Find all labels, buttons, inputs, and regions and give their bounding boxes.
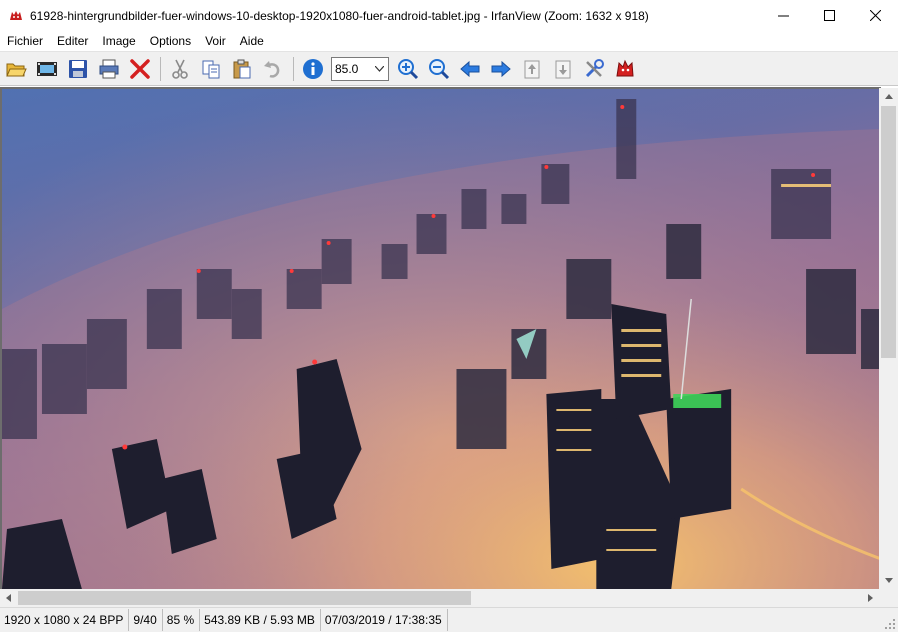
irfanview-cat-icon [10, 10, 22, 20]
scroll-up-button[interactable] [879, 88, 898, 105]
chevron-left-icon [6, 594, 11, 602]
toolbar-separator [293, 56, 294, 81]
status-dimensions: 1920 x 1080 x 24 BPP [0, 609, 130, 631]
status-index: 9/40 [129, 609, 163, 631]
print-icon [99, 59, 119, 78]
close-button[interactable] [852, 0, 898, 31]
page-up-icon [524, 60, 540, 78]
window-title: 61928-hintergrundbilder-fuer-windows-10-… [30, 8, 649, 23]
menu-editer[interactable]: Editer [50, 31, 95, 51]
zoom-out-icon [429, 58, 450, 79]
settings-icon [585, 58, 604, 77]
horizontal-scrollbar[interactable] [0, 589, 879, 607]
horizontal-scroll-thumb[interactable] [18, 591, 471, 605]
about-button[interactable] [612, 56, 638, 82]
zoom-value: 85.0 [335, 61, 359, 76]
toolbar-separator [160, 56, 161, 81]
delete-icon [130, 58, 150, 79]
page-down-icon [555, 60, 571, 78]
zoom-dropdown[interactable]: 85.0 [331, 56, 389, 81]
chevron-up-icon [884, 94, 893, 99]
status-datetime: 07/03/2019 / 17:38:35 [321, 609, 448, 631]
menu-image[interactable]: Image [95, 31, 142, 51]
page-up-button[interactable] [519, 56, 545, 82]
delete-button[interactable] [127, 56, 153, 82]
print-button[interactable] [96, 56, 122, 82]
previous-button[interactable] [457, 56, 483, 82]
scrollbar-corner [879, 589, 898, 607]
title-bar: 61928-hintergrundbilder-fuer-windows-10-… [0, 0, 898, 31]
status-zoom: 85 % [163, 609, 201, 631]
minimize-button[interactable] [760, 0, 806, 31]
slideshow-button[interactable] [34, 56, 60, 82]
zoom-in-button[interactable] [395, 56, 421, 82]
menu-fichier[interactable]: Fichier [0, 31, 50, 51]
menu-bar: Fichier Editer Image Options Voir Aide [0, 31, 898, 51]
slideshow-icon [37, 61, 57, 76]
close-icon [869, 10, 881, 21]
open-button[interactable] [3, 56, 29, 82]
cut-icon [172, 59, 188, 79]
chevron-right-icon [868, 594, 873, 602]
vertical-scrollbar[interactable] [879, 88, 898, 589]
paste-icon [233, 59, 251, 78]
open-folder-icon [6, 63, 27, 76]
about-icon [616, 59, 634, 76]
menu-options[interactable]: Options [143, 31, 198, 51]
menu-voir[interactable]: Voir [198, 31, 233, 51]
cut-button[interactable] [167, 56, 193, 82]
zoom-in-icon [398, 58, 419, 79]
chevron-down-icon [884, 578, 893, 583]
info-button[interactable] [300, 56, 326, 82]
minimize-icon [777, 15, 789, 17]
scroll-down-button[interactable] [879, 572, 898, 589]
save-icon [69, 59, 87, 78]
undo-icon [264, 60, 280, 78]
scroll-left-button[interactable] [0, 589, 17, 607]
city-fog-photo [2, 89, 881, 589]
zoom-out-button[interactable] [426, 56, 452, 82]
next-button[interactable] [488, 56, 514, 82]
next-icon [491, 60, 511, 77]
vertical-scroll-thumb[interactable] [881, 106, 896, 358]
status-bar: 1920 x 1080 x 24 BPP 9/40 85 % 543.89 KB… [0, 607, 898, 632]
page-down-button[interactable] [550, 56, 576, 82]
menu-aide[interactable]: Aide [233, 31, 271, 51]
settings-button[interactable] [581, 56, 607, 82]
previous-icon [460, 60, 480, 77]
maximize-button[interactable] [806, 0, 852, 31]
image-viewport[interactable] [0, 87, 881, 589]
save-button[interactable] [65, 56, 91, 82]
undo-button[interactable] [260, 56, 286, 82]
paste-button[interactable] [229, 56, 255, 82]
chevron-down-icon [375, 65, 384, 72]
info-icon [303, 58, 323, 79]
copy-button[interactable] [198, 56, 224, 82]
toolbar: 85.0 [0, 51, 898, 86]
status-size: 543.89 KB / 5.93 MB [200, 609, 321, 631]
scroll-right-button[interactable] [862, 589, 879, 607]
resize-grip-icon[interactable] [884, 618, 896, 630]
maximize-icon [823, 10, 835, 21]
copy-icon [202, 60, 220, 78]
